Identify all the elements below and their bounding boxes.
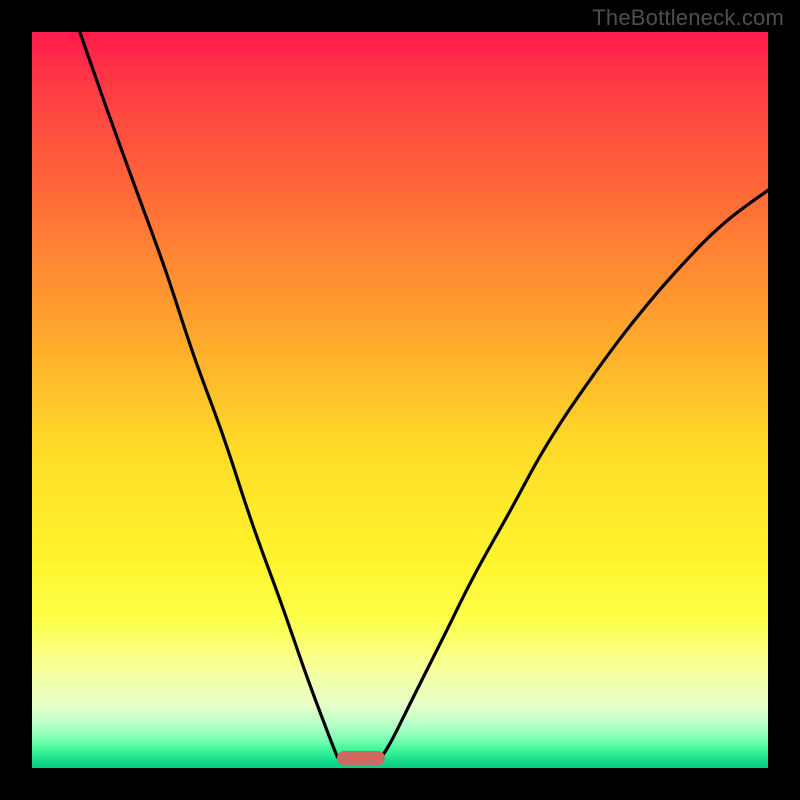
bottleneck-curve [32,32,768,768]
chart-frame: TheBottleneck.com [0,0,800,800]
watermark-text: TheBottleneck.com [592,5,784,31]
optimal-marker [337,751,385,765]
plot-area [32,32,768,768]
curve-path [80,32,768,757]
